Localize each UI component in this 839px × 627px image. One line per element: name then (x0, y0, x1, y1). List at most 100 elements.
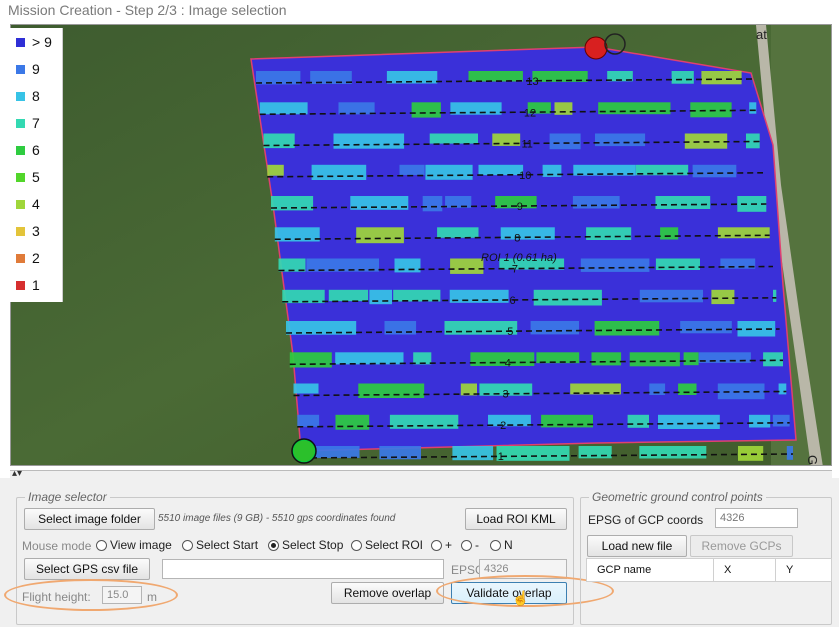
gcp-title: Geometric ground control points (589, 490, 766, 504)
flight-height-field[interactable]: 15.0 (102, 586, 142, 604)
overlap-segment (437, 227, 479, 238)
radio-view-image-dot[interactable] (96, 539, 107, 551)
radio-zoom-in-dot[interactable] (431, 539, 442, 551)
window-title: Mission Creation - Step 2/3 : Image sele… (8, 2, 287, 18)
gcp-col-name[interactable]: GCP name (587, 559, 714, 581)
radio-select-stop-dot[interactable] (268, 539, 279, 551)
gps-path-field[interactable] (162, 559, 444, 579)
overlap-segment (778, 383, 787, 395)
gcp-col-x[interactable]: X (714, 559, 776, 581)
select-image-folder-button[interactable]: Select image folder (24, 508, 155, 530)
overlap-segment (549, 133, 581, 150)
overlap-segment (629, 352, 680, 367)
overlap-segment (311, 164, 367, 180)
remove-overlap-button[interactable]: Remove overlap (331, 582, 444, 604)
legend-swatch (16, 119, 25, 128)
legend-item: 1 (16, 277, 64, 295)
gcp-col-y[interactable]: Y (776, 559, 833, 581)
legend-label: > 9 (32, 34, 52, 50)
overlap-segment (598, 102, 671, 115)
legend-item: 5 (16, 169, 64, 187)
stop-marker (584, 36, 608, 60)
road-label-bottom: Gabr (805, 455, 820, 466)
legend-swatch (16, 65, 25, 74)
overlap-segment (660, 227, 679, 240)
overlap-segment (369, 289, 392, 305)
overlap-segment (478, 164, 524, 176)
load-roi-kml-button[interactable]: Load ROI KML (465, 508, 567, 530)
radio-north[interactable]: N (490, 538, 513, 552)
radio-zoom-out[interactable]: - (461, 538, 479, 552)
overlap-segment (496, 446, 570, 461)
radio-select-start-dot[interactable] (182, 539, 193, 551)
legend-label: 7 (32, 115, 40, 131)
legend-label: 1 (32, 277, 40, 293)
track-number: 13 (526, 76, 538, 88)
overlap-segment (738, 446, 764, 461)
gcp-table-header: GCP name X Y (586, 558, 832, 582)
legend-swatch (16, 38, 25, 47)
radio-north-dot[interactable] (490, 539, 501, 551)
overlap-segment (639, 446, 707, 459)
track-number: 8 (514, 232, 520, 244)
legend-label: 5 (32, 169, 40, 185)
overlap-segment (289, 352, 332, 368)
overlap-segment (684, 133, 728, 149)
epsg-field[interactable]: 4326 (479, 559, 567, 579)
splitter[interactable]: ▴▾ (10, 468, 832, 479)
overlap-segment (655, 258, 700, 270)
overlap-legend: > 9 9 8 7 6 5 4 3 2 1 (10, 28, 63, 302)
legend-swatch (16, 254, 25, 263)
overlap-segment (749, 102, 757, 114)
legend-swatch (16, 173, 25, 182)
gcp-epsg-label: EPSG of GCP coords (588, 513, 704, 527)
map-view[interactable]: 13121110987654321 ROI 1 (0.61 ha) at Gab… (10, 24, 832, 466)
legend-item: 3 (16, 223, 64, 241)
legend-item: 4 (16, 196, 64, 214)
overlap-segment (399, 164, 425, 175)
legend-label: 2 (32, 250, 40, 266)
radio-zoom-out-dot[interactable] (461, 539, 472, 551)
validate-overlap-button[interactable]: Validate overlap (451, 582, 567, 604)
radio-zoom-in[interactable]: + (431, 538, 452, 552)
overlap-segment (449, 289, 509, 303)
track-number: 9 (517, 201, 523, 213)
road-label-top: at (756, 27, 767, 42)
track-number: 5 (507, 326, 513, 338)
radio-select-roi[interactable]: Select ROI (351, 538, 423, 552)
select-gps-csv-button[interactable]: Select GPS csv file (24, 558, 150, 580)
overlap-segment (763, 352, 783, 367)
mouse-cursor-icon: ☝ (512, 590, 530, 606)
radio-select-roi-dot[interactable] (351, 539, 362, 551)
track-number: 10 (519, 170, 531, 182)
track-number: 3 (503, 389, 509, 401)
legend-label: 3 (32, 223, 40, 239)
overlap-segment (530, 321, 579, 335)
overlap-segment (470, 352, 535, 366)
overlap-segment (594, 321, 660, 336)
overlap-segment (429, 133, 478, 144)
flight-height-label: Flight height: (22, 590, 91, 604)
radio-view-image[interactable]: View image (96, 538, 172, 552)
flight-height-unit: m (147, 590, 157, 604)
radio-select-stop[interactable]: Select Stop (268, 538, 343, 552)
legend-label: 9 (32, 61, 40, 77)
track-number: 1 (498, 451, 504, 463)
radio-select-start[interactable]: Select Start (182, 538, 258, 552)
legend-swatch (16, 92, 25, 101)
overlap-segment (701, 71, 742, 85)
legend-swatch (16, 200, 25, 209)
overlap-segment (595, 133, 646, 147)
overlap-segment (293, 383, 319, 394)
track-number: 7 (512, 264, 518, 276)
remove-gcps-button[interactable]: Remove GCPs (690, 535, 793, 557)
gcp-epsg-field[interactable]: 4326 (715, 508, 798, 528)
legend-swatch (16, 227, 25, 236)
overlap-segment (328, 289, 369, 302)
overlap-segment (394, 258, 421, 273)
load-new-file-button[interactable]: Load new file (587, 535, 687, 557)
map-canvas[interactable]: 13121110987654321 ROI 1 (0.61 ha) at Gab… (11, 25, 832, 466)
overlap-segment (692, 164, 737, 178)
overlap-segment (425, 164, 473, 180)
overlap-segment (627, 414, 649, 428)
